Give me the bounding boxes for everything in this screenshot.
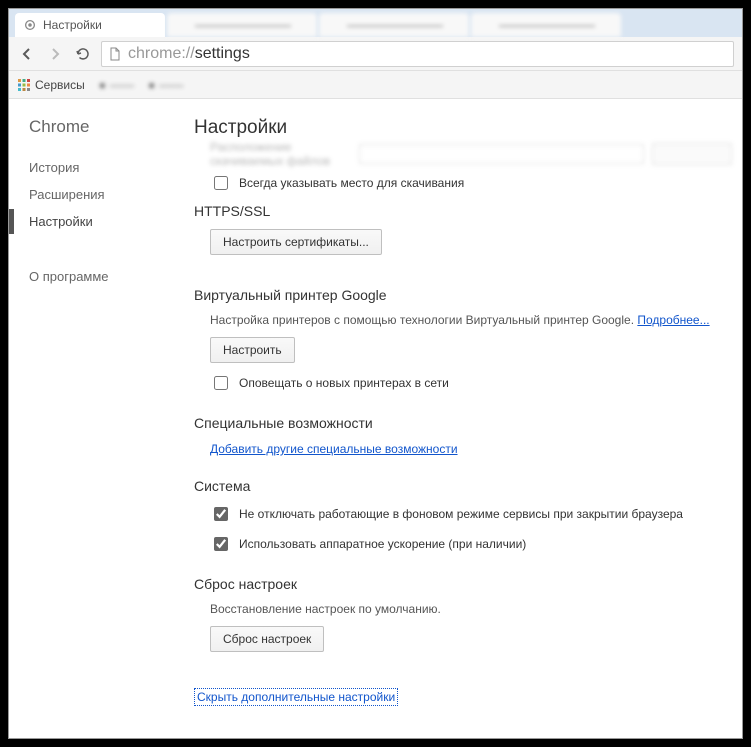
settings-sidebar: Chrome История Расширения Настройки О пр…	[9, 99, 174, 738]
section-heading: Система	[194, 478, 732, 494]
sidebar-title: Chrome	[29, 117, 174, 137]
reload-button[interactable]	[73, 44, 93, 64]
reset-desc: Восстановление настроек по умолчанию.	[210, 602, 732, 616]
cloud-print-configure-button[interactable]: Настроить	[210, 337, 295, 363]
tab-strip: Настройки ———————— ———————— ————————	[9, 9, 742, 37]
downloads-path-change-button[interactable]	[652, 143, 732, 165]
apps-icon	[17, 78, 31, 92]
settings-main: Настройки Расположение скачиваемых файло…	[174, 99, 742, 738]
system-background-row[interactable]: Не отключать работающие в фоновом режиме…	[210, 504, 732, 524]
browser-window: Настройки ———————— ———————— ———————— chr…	[8, 8, 743, 739]
system-hwaccel-label: Использовать аппаратное ускорение (при н…	[239, 537, 526, 551]
forward-button[interactable]	[45, 44, 65, 64]
toolbar: chrome://settings	[9, 37, 742, 71]
section-accessibility: Специальные возможности Добавить другие …	[194, 415, 732, 456]
accessibility-add-link[interactable]: Добавить другие специальные возможности	[210, 442, 458, 456]
apps-label: Сервисы	[35, 78, 85, 92]
content-area: Chrome История Расширения Настройки О пр…	[9, 99, 742, 738]
sidebar-item-history[interactable]: История	[29, 155, 174, 180]
url-host: chrome://	[128, 45, 195, 62]
system-background-label: Не отключать работающие в фоновом режиме…	[239, 507, 683, 521]
system-background-checkbox[interactable]	[214, 507, 228, 521]
bookmarks-bar: Сервисы ●—— ●——	[9, 71, 742, 99]
tab-title: Настройки	[43, 18, 157, 32]
apps-shortcut[interactable]: Сервисы	[17, 78, 85, 92]
cloud-print-notify-label: Оповещать о новых принтерах в сети	[239, 376, 449, 390]
section-https: HTTPS/SSL Настроить сертификаты...	[194, 203, 732, 265]
downloads-path-row: Расположение скачиваемых файлов	[194, 143, 732, 165]
section-system: Система Не отключать работающие в фоново…	[194, 478, 732, 554]
url-path: settings	[195, 45, 250, 62]
section-cloud-print: Виртуальный принтер Google Настройка при…	[194, 287, 732, 393]
address-bar[interactable]: chrome://settings	[101, 41, 734, 67]
section-heading: Специальные возможности	[194, 415, 732, 431]
cloud-print-notify-checkbox[interactable]	[214, 376, 228, 390]
tab-other-2[interactable]: ————————	[319, 13, 469, 37]
downloads-path-input[interactable]	[359, 144, 644, 164]
section-heading: HTTPS/SSL	[194, 203, 732, 219]
cloud-print-notify-row[interactable]: Оповещать о новых принтерах в сети	[210, 373, 732, 393]
downloads-always-ask-row[interactable]: Всегда указывать место для скачивания	[194, 173, 732, 193]
tab-other-3[interactable]: ————————	[471, 13, 621, 37]
tab-settings[interactable]: Настройки	[15, 13, 165, 37]
section-heading: Сброс настроек	[194, 576, 732, 592]
reset-button[interactable]: Сброс настроек	[210, 626, 324, 652]
tab-other-1[interactable]: ————————	[167, 13, 317, 37]
file-icon	[108, 47, 122, 61]
bookmark-item[interactable]: ●——	[99, 78, 134, 92]
hide-advanced-link[interactable]: Скрыть дополнительные настройки	[194, 688, 398, 706]
system-hwaccel-row[interactable]: Использовать аппаратное ускорение (при н…	[210, 534, 732, 554]
downloads-always-ask-checkbox[interactable]	[214, 176, 228, 190]
downloads-path-label: Расположение скачиваемых файлов	[210, 140, 351, 168]
section-heading: Виртуальный принтер Google	[194, 287, 732, 303]
cloud-print-desc: Настройка принтеров с помощью технологии…	[210, 313, 732, 327]
bookmark-item[interactable]: ●——	[148, 78, 183, 92]
gear-icon	[23, 18, 37, 32]
sidebar-item-extensions[interactable]: Расширения	[29, 182, 174, 207]
system-hwaccel-checkbox[interactable]	[214, 537, 228, 551]
sidebar-item-settings[interactable]: Настройки	[29, 209, 174, 234]
configure-certificates-button[interactable]: Настроить сертификаты...	[210, 229, 382, 255]
sidebar-item-about[interactable]: О программе	[29, 264, 174, 289]
back-button[interactable]	[17, 44, 37, 64]
downloads-always-ask-label: Всегда указывать место для скачивания	[239, 176, 464, 190]
page-title: Настройки	[194, 117, 732, 139]
section-reset: Сброс настроек Восстановление настроек п…	[194, 576, 732, 662]
cloud-print-learn-more-link[interactable]: Подробнее...	[637, 313, 709, 327]
url-text: chrome://settings	[128, 45, 250, 63]
